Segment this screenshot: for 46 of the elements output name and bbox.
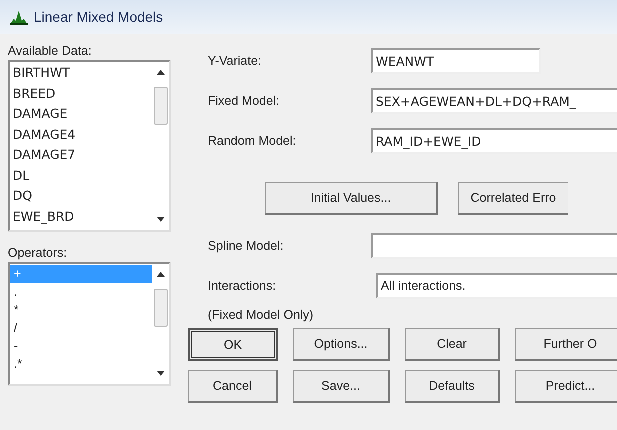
dialog-button[interactable]: Initial Values... [265,182,438,215]
list-item[interactable]: BREED [10,84,152,104]
dialog-button[interactable]: Cancel [188,370,278,403]
dialog-button[interactable]: Correlated Erro [458,182,568,215]
list-item[interactable]: DAMAGE4 [10,124,152,145]
text-field[interactable]: SEX+AGEWEAN+DL+DQ+RAM_ [371,88,617,114]
scroll-up-icon[interactable] [156,70,164,75]
dialog-button[interactable]: Save... [293,370,390,403]
list-item[interactable]: - [10,337,152,355]
list-item[interactable]: . [10,283,152,301]
window-title: Linear Mixed Models [34,9,164,25]
list-item[interactable]: EWE_BRD [10,206,152,227]
operators-list[interactable]: + . * / - .* [8,262,171,386]
dialog-button[interactable]: Clear [405,328,500,361]
dialog-button[interactable]: OK [188,328,278,361]
text-field[interactable] [371,233,617,259]
field-label: Spline Model: [208,239,285,253]
scroll-thumb[interactable] [154,87,168,125]
available-data-label: Available Data: [8,44,93,58]
list-item[interactable]: DQ [10,186,152,206]
text-field[interactable]: RAM_ID+EWE_ID [371,128,617,154]
list-item[interactable]: * [10,301,152,319]
list-item[interactable]: .* [10,355,152,373]
text-field[interactable]: WEANWT [371,48,541,74]
list-item[interactable]: / [10,319,152,337]
field-label: Fixed Model: [208,94,281,108]
scroll-thumb[interactable] [154,289,168,327]
scroll-down-icon[interactable] [156,217,164,222]
scroll-down-icon[interactable] [156,371,164,376]
scroll-up-icon[interactable] [156,272,164,277]
note-text: (Fixed Model Only) [208,308,315,322]
field-label: Interactions: [208,279,278,293]
operators-label: Operators: [8,246,68,260]
available-data-list[interactable]: BIRTHWT BREED DAMAGE DAMAGE4 DAMAGE7 DL DQ EWE_BRD [8,60,171,232]
list-item[interactable]: DAMAGE7 [10,145,152,166]
list-item[interactable]: BIRTHWT [10,63,152,84]
dialog-button[interactable]: Defaults [405,370,500,403]
list-item[interactable]: DAMAGE [10,104,152,124]
dialog-button[interactable]: Options... [293,328,390,361]
interactions-field[interactable]: All interactions. [376,273,617,299]
app-icon [10,9,28,25]
dialog-button[interactable]: Further O [515,328,617,361]
dialog-button[interactable]: Predict... [515,370,617,403]
field-label: Y-Variate: [208,54,263,68]
field-label: Random Model: [208,134,298,148]
list-item[interactable]: DL [10,166,152,186]
